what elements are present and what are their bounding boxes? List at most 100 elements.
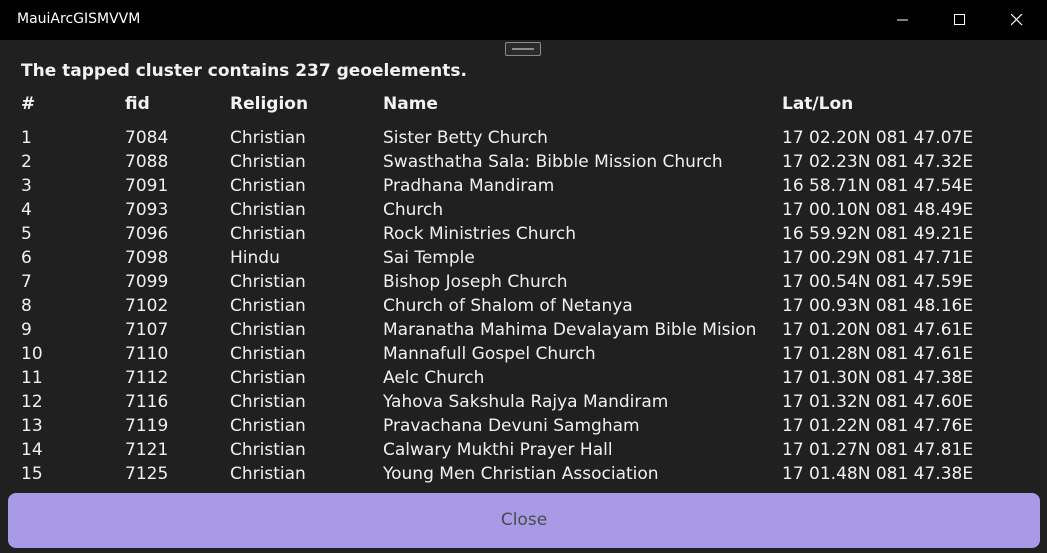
minimize-icon	[897, 19, 908, 21]
table-row[interactable]: 5 7096 Christian Rock Ministries Church 16 5…	[6, 222, 1041, 246]
cell-fid: 7110	[125, 344, 169, 364]
cell-number: 15	[21, 464, 43, 484]
cell-number: 6	[21, 248, 32, 268]
table-row[interactable]: 10 7110 Christian Mannafull Gospel Church 17…	[6, 342, 1041, 366]
close-window-button[interactable]	[988, 0, 1046, 40]
column-header-fid: fid	[125, 94, 150, 114]
cell-fid: 7102	[125, 296, 169, 316]
cell-name: Calwary Mukthi Prayer Hall	[383, 440, 613, 460]
close-button[interactable]: Close	[8, 493, 1040, 548]
cell-fid: 7121	[125, 440, 169, 460]
title-bar[interactable]: MauiArcGISMVVM	[0, 0, 1047, 40]
cell-latlon: 17 01.28N 081 47.61E	[782, 344, 974, 364]
cell-fid: 7116	[125, 392, 169, 412]
cell-latlon: 17 01.30N 081 47.38E	[782, 368, 974, 388]
results-table: # fid Religion Name Lat/Lon 1 7084 Christi…	[6, 92, 1041, 486]
cell-latlon: 17 01.32N 081 47.60E	[782, 392, 974, 412]
table-row[interactable]: 1 7084 Christian Sister Betty Church 17 02.2…	[6, 126, 1041, 150]
maximize-icon	[954, 14, 965, 25]
cell-latlon: 17 00.29N 081 47.71E	[782, 248, 974, 268]
cell-name: Yahova Sakshula Rajya Mandiram	[383, 392, 669, 412]
cell-religion: Christian	[230, 464, 306, 484]
table-body: 1 7084 Christian Sister Betty Church 17 02.2…	[6, 126, 1041, 486]
cell-name: Church of Shalom of Netanya	[383, 296, 633, 316]
cell-number: 3	[21, 176, 32, 196]
cell-number: 9	[21, 320, 32, 340]
cell-latlon: 17 00.54N 081 47.59E	[782, 272, 974, 292]
cell-name: Maranatha Mahima Devalayam Bible Mision	[383, 320, 757, 340]
table-row[interactable]: 13 7119 Christian Pravachana Devuni Samgham…	[6, 414, 1041, 438]
cell-number: 7	[21, 272, 32, 292]
cell-religion: Christian	[230, 344, 306, 364]
results-table-container[interactable]: # fid Religion Name Lat/Lon 1 7084 Christi…	[6, 92, 1041, 490]
cell-fid: 7119	[125, 416, 169, 436]
cell-fid: 7091	[125, 176, 169, 196]
cell-fid: 7088	[125, 152, 169, 172]
cell-name: Church	[383, 200, 444, 220]
cell-religion: Christian	[230, 128, 306, 148]
cell-name: Young Men Christian Association	[383, 464, 659, 484]
cell-religion: Christian	[230, 416, 306, 436]
bottom-sheet: The tapped cluster contains 237 geoeleme…	[6, 40, 1041, 553]
table-header-row: # fid Religion Name Lat/Lon	[6, 92, 1041, 126]
table-row[interactable]: 12 7116 Christian Yahova Sakshula Rajya Man…	[6, 390, 1041, 414]
cell-religion: Christian	[230, 440, 306, 460]
cell-name: Mannafull Gospel Church	[383, 344, 596, 364]
cell-number: 2	[21, 152, 32, 172]
cell-name: Pravachana Devuni Samgham	[383, 416, 640, 436]
cell-number: 8	[21, 296, 32, 316]
table-row[interactable]: 8 7102 Christian Church of Shalom of Netany…	[6, 294, 1041, 318]
cell-religion: Christian	[230, 320, 306, 340]
minimize-button[interactable]	[874, 0, 932, 40]
table-row[interactable]: 3 7091 Christian Pradhana Mandiram 16 58.71N…	[6, 174, 1041, 198]
table-row[interactable]: 2 7088 Christian Swasthatha Sala: Bibble Mi…	[6, 150, 1041, 174]
cell-religion: Christian	[230, 296, 306, 316]
cell-number: 14	[21, 440, 43, 460]
column-header-religion: Religion	[230, 94, 309, 114]
table-row[interactable]: 15 7125 Christian Young Men Christian Assoc…	[6, 462, 1041, 486]
cell-name: Aelc Church	[383, 368, 485, 388]
cell-latlon: 17 02.23N 081 47.32E	[782, 152, 974, 172]
cell-number: 12	[21, 392, 43, 412]
table-row[interactable]: 7 7099 Christian Bishop Joseph Church 17 00.…	[6, 270, 1041, 294]
table-row[interactable]: 9 7107 Christian Maranatha Mahima Devalayam…	[6, 318, 1041, 342]
cell-name: Swasthatha Sala: Bibble Mission Church	[383, 152, 723, 172]
cell-fid: 7125	[125, 464, 169, 484]
cell-religion: Christian	[230, 224, 306, 244]
cell-religion: Christian	[230, 368, 306, 388]
cell-name: Bishop Joseph Church	[383, 272, 568, 292]
cluster-summary: The tapped cluster contains 237 geoeleme…	[21, 61, 467, 81]
app-window: MauiArcGISMVVM The tapped cluster contai…	[0, 0, 1047, 553]
cell-latlon: 16 58.71N 081 47.54E	[782, 176, 974, 196]
table-row[interactable]: 4 7093 Christian Church 17 00.10N 081 48.49E	[6, 198, 1041, 222]
cell-fid: 7084	[125, 128, 169, 148]
cell-latlon: 17 01.20N 081 47.61E	[782, 320, 974, 340]
cell-number: 13	[21, 416, 43, 436]
cell-latlon: 17 00.10N 081 48.49E	[782, 200, 974, 220]
cell-latlon: 17 01.27N 081 47.81E	[782, 440, 974, 460]
cell-latlon: 17 00.93N 081 48.16E	[782, 296, 974, 316]
table-row[interactable]: 14 7121 Christian Calwary Mukthi Prayer Hal…	[6, 438, 1041, 462]
cell-religion: Christian	[230, 392, 306, 412]
drag-handle-icon[interactable]	[505, 42, 541, 56]
cell-latlon: 16 59.92N 081 49.21E	[782, 224, 974, 244]
cell-religion: Hindu	[230, 248, 280, 268]
cell-latlon: 17 02.20N 081 47.07E	[782, 128, 974, 148]
cell-religion: Christian	[230, 200, 306, 220]
cell-name: Pradhana Mandiram	[383, 176, 555, 196]
cell-name: Sister Betty Church	[383, 128, 548, 148]
cell-fid: 7093	[125, 200, 169, 220]
cell-number: 1	[21, 128, 32, 148]
table-row[interactable]: 6 7098 Hindu Sai Temple 17 00.29N 081 47.71E	[6, 246, 1041, 270]
cell-name: Sai Temple	[383, 248, 475, 268]
maximize-button[interactable]	[931, 0, 989, 40]
cell-fid: 7096	[125, 224, 169, 244]
cell-number: 4	[21, 200, 32, 220]
close-icon	[1011, 14, 1023, 26]
cell-latlon: 17 01.22N 081 47.76E	[782, 416, 974, 436]
cell-fid: 7107	[125, 320, 169, 340]
column-header-latlon: Lat/Lon	[782, 94, 854, 114]
cell-number: 5	[21, 224, 32, 244]
table-row[interactable]: 11 7112 Christian Aelc Church 17 01.30N 081 …	[6, 366, 1041, 390]
cell-number: 11	[21, 368, 43, 388]
